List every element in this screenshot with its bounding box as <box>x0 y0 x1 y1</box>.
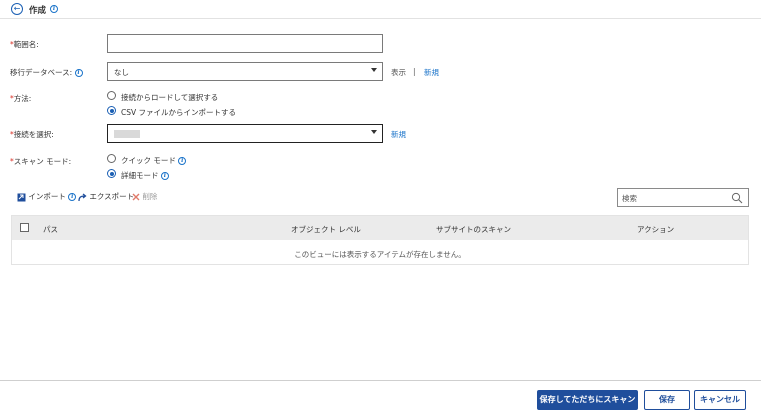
scan-quick-radio[interactable] <box>107 154 116 163</box>
save-and-scan-button[interactable]: 保存してただちにスキャン <box>537 390 638 410</box>
cancel-button[interactable]: キャンセル <box>694 390 746 410</box>
column-header-action[interactable]: アクション <box>637 224 674 235</box>
link-separator: | <box>413 67 416 76</box>
migration-db-select[interactable]: なし <box>107 62 383 81</box>
column-header-subsite-scan[interactable]: サブサイトのスキャン <box>436 224 511 235</box>
select-all-checkbox[interactable] <box>20 223 29 232</box>
info-icon[interactable]: i <box>74 69 83 77</box>
page-title: 作成 <box>29 6 47 16</box>
info-icon[interactable]: i <box>160 172 169 180</box>
import-icon <box>17 193 26 201</box>
method-load-label: 接続からロードして選択する <box>121 93 219 102</box>
method-csv-radio[interactable] <box>107 106 116 115</box>
info-icon[interactable]: i <box>50 5 58 13</box>
scan-detailed-label: 詳細モード i <box>121 170 169 181</box>
scan-mode-label: *スキャン モード: <box>10 157 72 166</box>
connection-value-redacted <box>114 130 140 138</box>
column-header-path[interactable]: パス <box>43 224 58 235</box>
range-name-label: *範囲名: <box>10 40 39 49</box>
export-button[interactable]: エクスポート <box>78 191 134 202</box>
back-arrow-icon[interactable]: ← <box>11 3 23 15</box>
chevron-down-icon <box>371 68 377 72</box>
search-icon[interactable] <box>731 192 743 204</box>
export-arrow-icon <box>78 192 87 201</box>
search-box <box>617 188 749 207</box>
chevron-down-icon <box>371 130 377 134</box>
column-header-object-level[interactable]: オブジェクト レベル <box>291 224 361 235</box>
delete-button[interactable]: 削除 <box>132 191 157 202</box>
migration-db-label: 移行データベース: i <box>10 67 83 78</box>
new-connection-link[interactable]: 新規 <box>391 129 406 140</box>
connection-select[interactable] <box>107 124 383 143</box>
range-name-input[interactable] <box>107 34 383 53</box>
save-button[interactable]: 保存 <box>644 390 690 410</box>
table-header: パス オブジェクト レベル サブサイトのスキャン アクション <box>12 216 748 240</box>
method-csv-label: CSV ファイルからインポートする <box>121 108 237 117</box>
import-button[interactable]: インポート i <box>17 191 77 202</box>
footer-bar: 保存してただちにスキャン 保存 キャンセル <box>0 380 761 413</box>
scan-quick-label: クイック モード i <box>121 155 187 166</box>
delete-x-icon <box>132 193 140 201</box>
items-table: パス オブジェクト レベル サブサイトのスキャン アクション このビューには表示… <box>11 215 749 265</box>
search-input[interactable] <box>622 192 730 204</box>
method-load-radio[interactable] <box>107 91 116 100</box>
connection-label: *接続を選択: <box>10 130 54 139</box>
info-icon[interactable]: i <box>178 157 187 165</box>
new-db-link[interactable]: 新規 <box>424 67 439 78</box>
show-link[interactable]: 表示 <box>391 67 406 78</box>
method-label: *方法: <box>10 94 32 103</box>
empty-table-message: このビューには表示するアイテムが存在しません。 <box>294 250 466 259</box>
page-header: ← 作成 i <box>0 0 761 19</box>
scan-detailed-radio[interactable] <box>107 169 116 178</box>
info-icon[interactable]: i <box>68 193 77 201</box>
